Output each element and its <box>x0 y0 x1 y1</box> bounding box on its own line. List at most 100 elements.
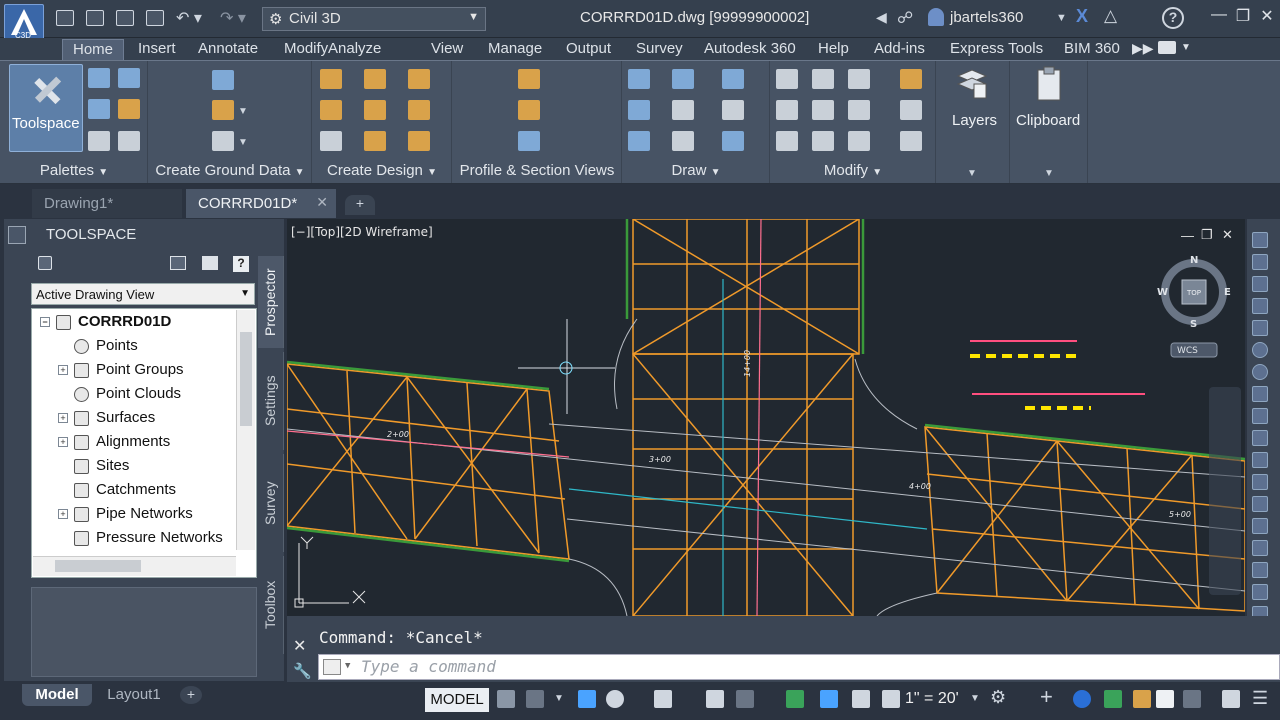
command-input[interactable]: ▼ Type a command <box>318 654 1280 680</box>
tab-survey[interactable]: Survey <box>626 39 693 60</box>
tree-item-point-groups[interactable]: + Point Groups <box>58 361 184 385</box>
tree-horizontal-scrollbar[interactable] <box>33 556 236 576</box>
point-icon[interactable] <box>212 100 234 120</box>
chevron-down-icon[interactable]: ▼ <box>1044 168 1054 179</box>
select-cycle-icon[interactable] <box>736 690 754 708</box>
globe-icon[interactable] <box>1252 342 1268 358</box>
chevron-down-icon[interactable]: ▼ <box>238 137 248 148</box>
grid-icon[interactable] <box>497 690 515 708</box>
fullscreen-icon[interactable] <box>1222 690 1240 708</box>
tool-strip-icon[interactable] <box>1252 276 1268 292</box>
civil-object-icon[interactable] <box>1133 690 1151 708</box>
model-space-button[interactable]: MODEL <box>425 688 489 712</box>
chevron-down-icon[interactable]: ▼ <box>967 168 977 179</box>
palette-options-icon[interactable] <box>8 226 26 244</box>
tool-strip-icon[interactable] <box>1252 408 1268 424</box>
tab-add-ins[interactable]: Add-ins <box>864 39 935 60</box>
tool-strip-icon[interactable] <box>1252 320 1268 336</box>
user-name[interactable]: jbartels360 <box>950 9 1023 26</box>
side-tab-toolbox[interactable]: Toolbox <box>258 556 284 654</box>
wcs-label[interactable]: WCS <box>1177 346 1198 356</box>
osnap-icon[interactable] <box>654 690 672 708</box>
workspace-select[interactable]: ⚙ Civil 3D ▼ <box>262 7 486 31</box>
tab-annotate[interactable]: Annotate <box>188 39 268 60</box>
tool-strip-icon[interactable] <box>1252 386 1268 402</box>
chevron-down-icon[interactable]: ▼ <box>970 693 980 704</box>
save-icon[interactable] <box>116 10 134 26</box>
chevron-down-icon[interactable]: ▼ <box>1181 42 1191 53</box>
layers-button[interactable] <box>952 64 996 104</box>
survey-data-icon[interactable] <box>212 70 234 90</box>
expand-icon[interactable]: + <box>58 365 68 376</box>
annotation-visibility-icon[interactable] <box>820 690 838 708</box>
doc-tab-drawing1[interactable]: Drawing1* <box>32 189 182 218</box>
add-layout-button[interactable]: + <box>180 686 202 704</box>
fillet-icon[interactable] <box>848 100 870 120</box>
tool-strip-icon[interactable] <box>1252 562 1268 578</box>
data-icon[interactable] <box>118 131 140 151</box>
pipe-network-icon[interactable] <box>408 131 430 151</box>
hardware-acceleration-icon[interactable] <box>1104 690 1122 708</box>
navigation-bar[interactable] <box>1209 387 1241 595</box>
offset-icon[interactable] <box>900 131 922 151</box>
expand-icon[interactable]: + <box>58 413 68 424</box>
lineweight-icon[interactable] <box>706 690 724 708</box>
panel-title-profile-section[interactable]: Profile & Section Views <box>452 162 622 182</box>
auto-scale-icon[interactable] <box>852 690 870 708</box>
viewport-minimize-icon[interactable]: — <box>1181 228 1194 243</box>
layout-tab-model[interactable]: Model <box>22 684 92 706</box>
tree-item-catchments[interactable]: Catchments <box>74 481 176 505</box>
a360-icon[interactable]: △ <box>1104 6 1117 26</box>
chevron-down-icon[interactable]: ▼ <box>1056 12 1067 24</box>
palette-icon[interactable] <box>88 68 110 88</box>
annotation-icon[interactable] <box>786 690 804 708</box>
chevron-down-icon[interactable]: ▼ <box>238 106 248 117</box>
tree-item-alignments[interactable]: + Alignments <box>58 433 170 457</box>
array-icon[interactable] <box>848 131 870 151</box>
panel-title-modify[interactable]: Modify ▼ <box>770 162 936 182</box>
circle-icon[interactable] <box>672 100 694 120</box>
tool-strip-icon[interactable] <box>1252 518 1268 534</box>
viewcube-top-label[interactable]: TOP <box>1186 289 1201 297</box>
panel-title-palettes[interactable]: Palettes ▼ <box>0 162 148 182</box>
workspace-icon[interactable] <box>1183 690 1201 708</box>
toolspace-button[interactable]: Toolspace <box>9 64 83 152</box>
close-icon[interactable]: ✕ <box>316 194 328 211</box>
item-view-icon[interactable] <box>170 256 186 270</box>
tree-item-pressure-networks[interactable]: Pressure Networks <box>74 529 223 553</box>
clipboard-button[interactable] <box>1030 64 1070 104</box>
spline-icon[interactable] <box>628 131 650 151</box>
more-tabs-icon[interactable]: ▶▶ <box>1132 40 1154 57</box>
tab-autodesk-360[interactable]: Autodesk 360 <box>694 39 806 60</box>
trim-icon[interactable] <box>848 69 870 89</box>
arc-icon[interactable] <box>722 69 744 89</box>
tool-strip-icon[interactable] <box>1252 254 1268 270</box>
new-tab-button[interactable]: + <box>345 195 375 215</box>
exchange-icon[interactable]: X <box>1076 6 1088 27</box>
scrollbar-thumb[interactable] <box>240 332 252 426</box>
snap-icon[interactable] <box>526 690 544 708</box>
scrollbar-thumb[interactable] <box>55 560 141 572</box>
stretch-icon[interactable] <box>776 131 798 151</box>
panel-title-create-ground-data[interactable]: Create Ground Data ▼ <box>148 162 312 182</box>
corridor-icon[interactable] <box>408 100 430 120</box>
intersection-icon[interactable] <box>320 131 342 151</box>
rotate-icon[interactable] <box>812 69 834 89</box>
tab-view[interactable]: View <box>421 39 473 60</box>
sample-lines-icon[interactable] <box>518 100 540 120</box>
help-icon[interactable]: ? <box>1162 7 1184 29</box>
erase-icon[interactable] <box>900 69 922 89</box>
open-folder-icon[interactable] <box>86 10 104 26</box>
tool-strip-icon[interactable] <box>1252 430 1268 446</box>
viewport-close-icon[interactable]: ✕ <box>1222 227 1233 243</box>
side-tab-settings[interactable]: Settings <box>258 352 284 450</box>
profile-view-icon[interactable] <box>518 69 540 89</box>
polyline-icon[interactable] <box>672 69 694 89</box>
tree-item-pipe-networks[interactable]: + Pipe Networks <box>58 505 193 529</box>
corridor-drawing[interactable]: 2+00 3+00 4+00 5+00 14+00 TOP N S E W WC… <box>287 219 1245 616</box>
add-icon[interactable]: + <box>1040 684 1053 710</box>
minimize-icon[interactable]: — <box>1208 6 1230 28</box>
expand-icon[interactable]: + <box>58 437 68 448</box>
layers-label[interactable]: Layers <box>952 112 997 129</box>
tool-palette-icon[interactable] <box>88 99 110 119</box>
